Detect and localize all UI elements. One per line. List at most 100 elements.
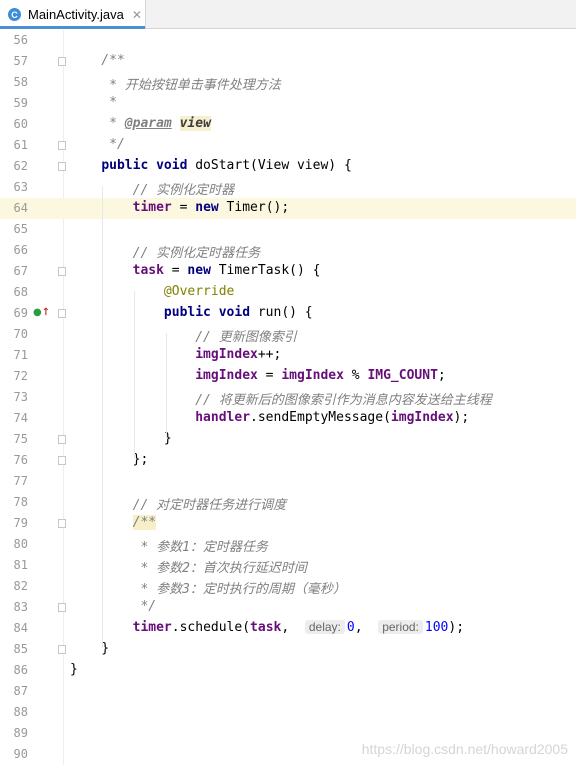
code-token: ; (437, 368, 446, 383)
line-number: 59 (13, 96, 28, 110)
code-line[interactable]: 65 (0, 219, 576, 240)
fold-marker-icon[interactable] (58, 267, 66, 276)
code-token: @param (124, 116, 172, 131)
code-text: // 实例化定时器 (70, 179, 234, 198)
code-token: TimerTask() { (210, 263, 321, 278)
code-text: * (70, 95, 117, 110)
tab-mainactivity[interactable]: C MainActivity.java ✕ (0, 0, 146, 29)
indent-guide (102, 186, 103, 648)
close-icon[interactable]: ✕ (132, 8, 142, 22)
parameter-hint: period: (378, 620, 423, 634)
code-editor[interactable]: 56 57 /** 58 * 开始按钮单击事件处理方法 59 * 60 * @param… (0, 30, 576, 765)
code-token: public void (101, 158, 188, 173)
code-line[interactable]: 80 * 参数1：定时器任务 (0, 534, 576, 555)
code-line[interactable]: 77 (0, 471, 576, 492)
indent-guide (166, 333, 167, 438)
code-text: * 开始按钮单击事件处理方法 (70, 74, 281, 93)
code-token: .schedule( (171, 620, 251, 635)
code-line[interactable]: 66 // 实例化定时器任务 (0, 240, 576, 261)
line-number: 90 (13, 747, 28, 761)
code-line[interactable]: 57 /** (0, 51, 576, 72)
code-line[interactable]: 79 /** (0, 513, 576, 534)
code-line[interactable]: 81 * 参数2：首次执行延迟时间 (0, 555, 576, 576)
code-line[interactable]: 86} (0, 660, 576, 681)
code-token: new (195, 200, 219, 215)
line-number: 75 (13, 432, 28, 446)
code-line[interactable]: 64 timer = new Timer(); (0, 198, 576, 219)
line-number: 63 (13, 180, 28, 194)
code-line[interactable]: 71 imgIndex++; (0, 345, 576, 366)
code-text: * 参数1：定时器任务 (70, 536, 268, 555)
code-token: doStart(View view) { (187, 158, 352, 173)
line-number: 76 (13, 453, 28, 467)
code-token: @Override (163, 284, 235, 299)
code-line[interactable]: 69 ●↑ public void run() { (0, 303, 576, 324)
line-number: 71 (13, 348, 28, 362)
code-line[interactable]: 72 imgIndex = imgIndex % IMG_COUNT; (0, 366, 576, 387)
code-token: % (343, 368, 368, 383)
code-line[interactable]: 61 */ (0, 135, 576, 156)
code-line[interactable]: 75 } (0, 429, 576, 450)
code-token: view (179, 116, 211, 131)
code-line[interactable]: 56 (0, 30, 576, 51)
parameter-hint: delay: (304, 620, 345, 634)
fold-marker-icon[interactable] (58, 645, 66, 654)
code-token: * (70, 95, 117, 110)
code-text: // 更新图像索引 (70, 326, 297, 345)
code-token: } (70, 431, 172, 446)
code-line[interactable]: 83 */ (0, 597, 576, 618)
code-line[interactable]: 87 (0, 681, 576, 702)
code-line[interactable]: 76 }; (0, 450, 576, 471)
line-number: 86 (13, 663, 28, 677)
code-line[interactable]: 67 task = new TimerTask() { (0, 261, 576, 282)
fold-marker-icon[interactable] (58, 141, 66, 150)
fold-marker-icon[interactable] (58, 57, 66, 66)
line-number: 61 (13, 138, 28, 152)
fold-marker-icon[interactable] (58, 309, 66, 318)
code-token: imgIndex (281, 368, 344, 383)
fold-marker-icon[interactable] (58, 435, 66, 444)
code-token: // 更新图像索引 (70, 330, 297, 345)
code-text: imgIndex = imgIndex % IMG_COUNT; (70, 368, 446, 383)
code-token: , (281, 620, 305, 635)
code-line[interactable]: 70 // 更新图像索引 (0, 324, 576, 345)
line-number: 62 (13, 159, 28, 173)
code-token: timer (132, 200, 172, 215)
line-number: 58 (13, 75, 28, 89)
code-line[interactable]: 84 timer.schedule(task, delay: 0, period:… (0, 618, 576, 639)
code-token: Timer(); (218, 200, 290, 215)
code-token: * 参数1：定时器任务 (70, 540, 268, 555)
code-token: imgIndex (195, 368, 258, 383)
code-line[interactable]: 82 * 参数3：定时执行的周期（毫秒） (0, 576, 576, 597)
line-number: 73 (13, 390, 28, 404)
override-method-icon[interactable]: ●↑ (33, 307, 50, 318)
editor-tab-bar: C MainActivity.java ✕ (0, 0, 576, 29)
code-text: handler.sendEmptyMessage(imgIndex); (70, 410, 469, 425)
line-number: 56 (13, 33, 28, 47)
code-token: public void (163, 305, 251, 320)
fold-marker-icon[interactable] (58, 162, 66, 171)
code-text: // 实例化定时器任务 (70, 242, 260, 261)
code-token: ++; (257, 347, 282, 362)
code-text: } (70, 641, 109, 656)
code-line[interactable]: 59 * (0, 93, 576, 114)
fold-marker-icon[interactable] (58, 456, 66, 465)
code-line[interactable]: 58 * 开始按钮单击事件处理方法 (0, 72, 576, 93)
code-token: */ (70, 599, 157, 614)
code-line[interactable]: 88 (0, 702, 576, 723)
code-token: imgIndex (195, 347, 258, 362)
code-line[interactable]: 63 // 实例化定时器 (0, 177, 576, 198)
code-line[interactable]: 73 // 将更新后的图像索引作为消息内容发送给主线程 (0, 387, 576, 408)
code-token: run() { (250, 305, 313, 320)
fold-marker-icon[interactable] (58, 603, 66, 612)
code-line[interactable]: 78 // 对定时器任务进行调度 (0, 492, 576, 513)
code-line[interactable]: 68 @Override (0, 282, 576, 303)
code-line[interactable]: 60 * @param view (0, 114, 576, 135)
code-line[interactable]: 85 } (0, 639, 576, 660)
code-token: * (70, 116, 125, 131)
code-line[interactable]: 74 handler.sendEmptyMessage(imgIndex); (0, 408, 576, 429)
code-line[interactable]: 62 public void doStart(View view) { (0, 156, 576, 177)
code-token: new (187, 263, 211, 278)
fold-marker-icon[interactable] (58, 519, 66, 528)
